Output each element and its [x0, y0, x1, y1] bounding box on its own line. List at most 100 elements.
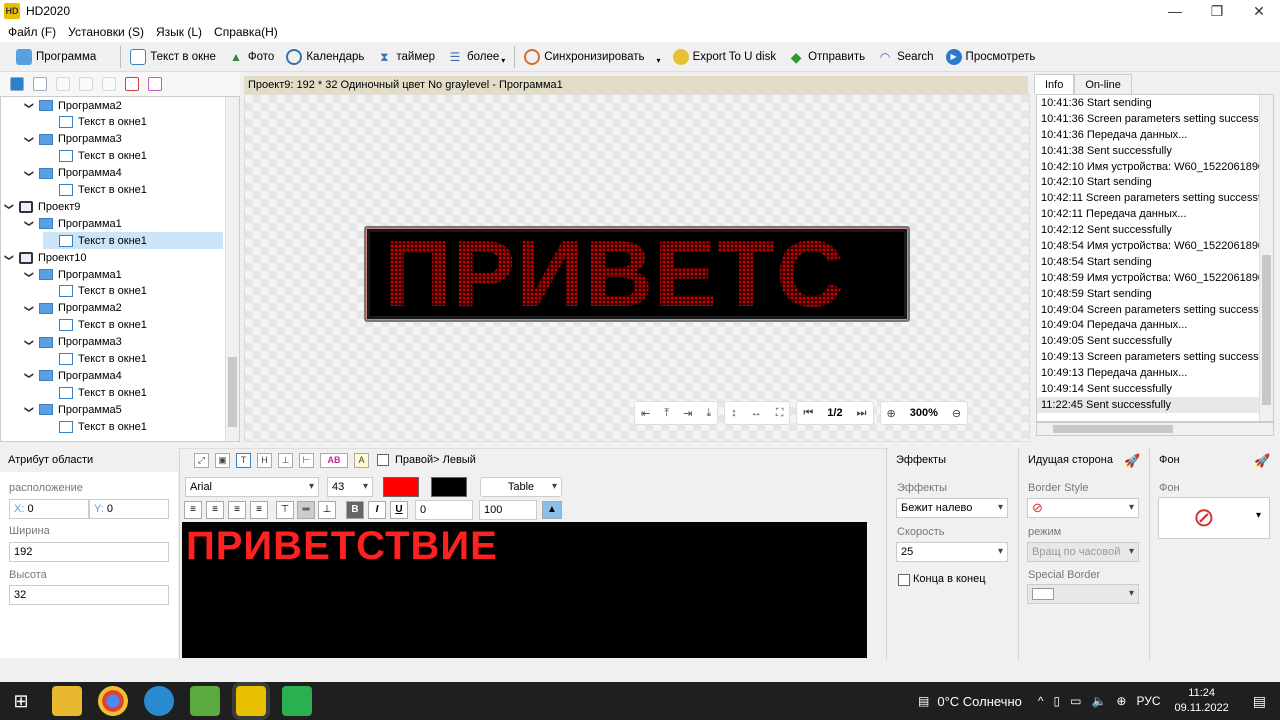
app-icon-greenshot[interactable]: [282, 686, 312, 716]
network-icon[interactable]: ▭: [1070, 694, 1081, 708]
mode-select[interactable]: Вращ по часовой: [1027, 542, 1139, 562]
move-up-icon[interactable]: [79, 77, 93, 91]
valign-middle-icon[interactable]: ═: [297, 501, 315, 519]
frame-icon[interactable]: ▣: [215, 452, 230, 468]
expand-chevron-icon[interactable]: ❯: [24, 218, 35, 230]
justify-text-icon[interactable]: ≡: [250, 501, 268, 519]
direction-checkbox[interactable]: [377, 454, 389, 466]
tree-item[interactable]: ❯ Программа2: [23, 300, 122, 317]
bg-select[interactable]: ⊘ ▾: [1158, 497, 1270, 539]
language-indicator[interactable]: РУС: [1136, 694, 1160, 708]
tree-item[interactable]: Текст в окне1: [43, 384, 147, 401]
expand-chevron-icon[interactable]: ❯: [24, 269, 35, 281]
more-button[interactable]: ☰ более ▾: [441, 45, 511, 69]
clear-icon[interactable]: [148, 77, 162, 91]
globe-icon[interactable]: ⊕: [1116, 694, 1126, 708]
align-right-icon[interactable]: ⇥: [683, 407, 692, 420]
clock[interactable]: 11:24 09.11.2022: [1175, 686, 1229, 716]
speed-select[interactable]: 25: [896, 542, 1008, 562]
expand-chevron-icon[interactable]: ❯: [24, 302, 35, 314]
font-size-select[interactable]: 43: [327, 477, 373, 497]
tree-item[interactable]: ❯ Программа2: [23, 97, 122, 114]
move-down-icon[interactable]: [102, 77, 116, 91]
info-hscrollbar[interactable]: [1036, 422, 1274, 436]
font-select[interactable]: Arial: [185, 477, 319, 497]
highlight-icon[interactable]: A: [354, 452, 369, 468]
tree-item[interactable]: Текст в окне1: [43, 317, 147, 334]
tree-item[interactable]: ❯ Программа3: [23, 334, 122, 351]
special-border-select[interactable]: [1027, 584, 1139, 604]
align-right-text-icon[interactable]: ≡: [228, 501, 246, 519]
minimize-button[interactable]: —: [1154, 0, 1196, 22]
tree-item[interactable]: Текст в окне1: [43, 114, 147, 131]
chrome-icon[interactable]: [98, 686, 128, 716]
tree-item[interactable]: Текст в окне1: [43, 182, 147, 199]
editor-scrollbar[interactable]: [868, 522, 882, 658]
menu-settings[interactable]: Установки (S): [62, 25, 150, 39]
sync-button[interactable]: Синхронизировать ▾: [518, 45, 666, 69]
prev-page-icon[interactable]: ⏮: [803, 407, 813, 420]
tree-item[interactable]: Текст в окне1: [43, 283, 147, 300]
menu-file[interactable]: Файл (F): [2, 25, 62, 39]
bold-button[interactable]: B: [346, 501, 364, 519]
new-program-icon[interactable]: [33, 77, 47, 91]
border-style-select[interactable]: ⊘: [1027, 498, 1139, 518]
end-to-end-checkbox[interactable]: [898, 574, 910, 586]
volume-icon[interactable]: 🔈: [1091, 694, 1106, 708]
hd2020-taskbar-icon[interactable]: [236, 686, 266, 716]
edge-icon[interactable]: [144, 686, 174, 716]
align-center-text-icon[interactable]: ≡: [206, 501, 224, 519]
tab-online[interactable]: On-line: [1074, 74, 1132, 94]
valign-top-icon[interactable]: ⊤: [276, 501, 294, 519]
tree-item[interactable]: ❯ Программа4: [23, 367, 122, 384]
align-bottom-icon[interactable]: ⤓: [706, 407, 711, 420]
expand-chevron-icon[interactable]: ❯: [24, 100, 35, 112]
info-scrollbar[interactable]: [1259, 95, 1273, 421]
text-mode-icon[interactable]: T: [236, 452, 251, 468]
border-rocket-icon[interactable]: 🚀: [1124, 453, 1140, 469]
next-page-icon[interactable]: ⏭: [857, 407, 867, 420]
new-project-icon[interactable]: [10, 77, 24, 91]
tree-item[interactable]: ❯ Программа5: [23, 401, 122, 418]
send-button[interactable]: ◆ Отправить: [782, 45, 871, 69]
fullscreen-icon[interactable]: ⛶: [776, 407, 784, 420]
tree-item[interactable]: ❯ Проект9: [3, 198, 80, 215]
calendar-button[interactable]: Календарь: [280, 45, 370, 69]
tree-item[interactable]: Текст в окне1: [43, 148, 147, 165]
valign-bottom-icon[interactable]: ⊥: [318, 501, 336, 519]
fit-height-icon[interactable]: ↕: [731, 407, 737, 419]
expand-icon[interactable]: ⤢: [194, 452, 209, 468]
maximize-button[interactable]: ❐: [1196, 0, 1238, 22]
align-left-text-icon[interactable]: ≡: [184, 501, 202, 519]
file-explorer-icon[interactable]: [52, 686, 82, 716]
tab-info[interactable]: Info: [1034, 74, 1075, 94]
tree-item[interactable]: Текст в окне1: [43, 418, 147, 435]
fit-width-icon[interactable]: ↔: [751, 407, 762, 419]
expand-chevron-icon[interactable]: ❯: [24, 404, 35, 416]
search-button[interactable]: ◠ Search: [871, 45, 939, 69]
copy-icon[interactable]: [56, 77, 70, 91]
tree-item[interactable]: ❯ Программа1: [23, 266, 122, 283]
timer-button[interactable]: ⧗ таймер: [370, 45, 441, 69]
italic-button[interactable]: I: [368, 501, 386, 519]
align-h-icon[interactable]: H: [257, 452, 272, 468]
scale-stepper[interactable]: 100: [479, 500, 537, 520]
image-icon[interactable]: ▲: [542, 501, 562, 519]
expand-chevron-icon[interactable]: ❯: [24, 133, 35, 145]
zoom-out-icon[interactable]: ⊖: [952, 407, 961, 420]
effect-select[interactable]: Бежит налево: [896, 498, 1008, 518]
y-field[interactable]: Y: 0: [89, 499, 169, 519]
program-button[interactable]: Программа: [10, 45, 102, 69]
text-editor[interactable]: ПРИВЕТСТВИЕ: [182, 522, 867, 658]
tree-item[interactable]: Текст в окне1: [43, 232, 223, 250]
expand-chevron-icon[interactable]: ❯: [4, 201, 15, 213]
tray-app-icon[interactable]: ▯: [1054, 694, 1061, 708]
bg-rocket-icon[interactable]: 🚀: [1254, 453, 1270, 469]
menu-help[interactable]: Справка(H): [208, 25, 284, 39]
underline-button[interactable]: U: [390, 501, 408, 519]
delete-icon[interactable]: [125, 77, 139, 91]
tree-item[interactable]: ❯ Проект10: [3, 249, 86, 266]
export-udisk-button[interactable]: Export To U disk: [667, 45, 783, 69]
text-window-button[interactable]: Текст в окне: [124, 45, 222, 69]
sync-dropdown-icon[interactable]: ▾: [657, 56, 661, 65]
